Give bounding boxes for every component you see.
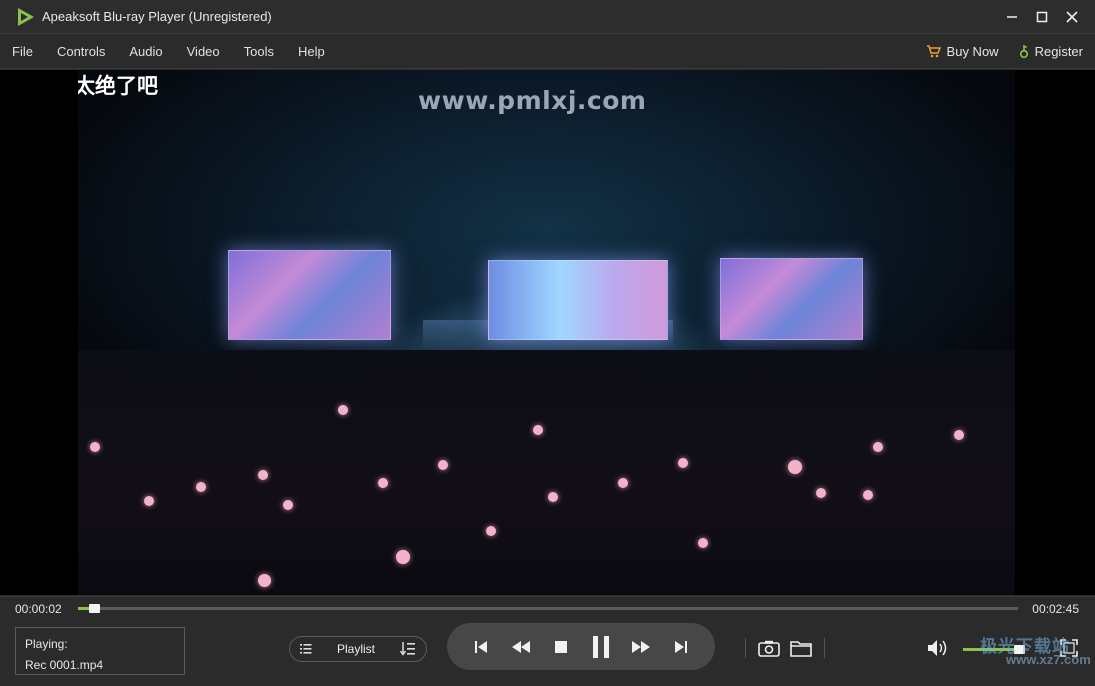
- progress-row: 00:00:02 00:02:45: [0, 596, 1095, 620]
- volume-icon: [928, 640, 947, 656]
- video-screen-center: [488, 260, 668, 340]
- menu-video[interactable]: Video: [175, 44, 232, 59]
- fast-forward-icon: [632, 640, 650, 653]
- volume-slider-thumb[interactable]: [1013, 645, 1025, 654]
- current-time: 00:00:02: [15, 602, 62, 616]
- register-label: Register: [1034, 43, 1083, 59]
- menu-tools[interactable]: Tools: [232, 44, 286, 59]
- now-playing-box: Playing: Rec 0001.mp4: [15, 627, 185, 675]
- now-playing-label: Playing:: [25, 637, 68, 651]
- video-subtitle: 太绝了吧: [78, 74, 158, 98]
- mute-button[interactable]: [925, 636, 951, 660]
- rewind-icon: [512, 640, 530, 653]
- seek-bar-thumb[interactable]: [88, 604, 100, 613]
- minimize-icon: [1007, 15, 1017, 18]
- maximize-button[interactable]: [1027, 0, 1057, 33]
- app-logo-icon: [18, 7, 34, 26]
- camera-icon: [758, 640, 780, 657]
- control-bar: Playing: Rec 0001.mp4 Playlist 极光下载站 www…: [0, 620, 1095, 686]
- list-icon: [300, 644, 312, 654]
- folder-icon: [790, 640, 812, 657]
- transport-controls: [447, 623, 715, 670]
- skip-next-icon: [675, 640, 687, 653]
- seek-bar-fill: [78, 607, 90, 610]
- video-area[interactable]: www.pmlxj.com 太绝了吧: [0, 70, 1095, 595]
- menu-file[interactable]: File: [0, 44, 45, 59]
- cart-icon: [926, 44, 941, 57]
- video-screen-left: [228, 250, 391, 340]
- fullscreen-button[interactable]: [1056, 636, 1082, 660]
- next-button[interactable]: [666, 632, 696, 662]
- register-button[interactable]: Register: [1019, 44, 1083, 59]
- window-title: Apeaksoft Blu-ray Player (Unregistered): [42, 9, 272, 24]
- playlist-label: Playlist: [336, 642, 375, 656]
- window-controls: [997, 0, 1087, 33]
- seek-bar[interactable]: [78, 604, 1018, 613]
- fast-forward-button[interactable]: [626, 632, 656, 662]
- fullscreen-icon: [1060, 639, 1078, 657]
- menu-right-actions: Buy Now Register: [926, 34, 1083, 68]
- now-playing-file: Rec 0001.mp4: [25, 658, 104, 672]
- total-time: 00:02:45: [1032, 602, 1079, 616]
- title-bar: Apeaksoft Blu-ray Player (Unregistered): [0, 0, 1095, 33]
- buy-now-button[interactable]: Buy Now: [926, 44, 999, 59]
- video-screen-right: [720, 258, 863, 340]
- close-icon: [1066, 10, 1078, 23]
- sort-list-icon: [399, 642, 415, 656]
- key-icon: [1019, 45, 1028, 58]
- stop-button[interactable]: [546, 632, 576, 662]
- video-watermark: www.pmlxj.com: [418, 86, 647, 115]
- open-folder-button[interactable]: [788, 636, 814, 660]
- snapshot-button[interactable]: [756, 636, 782, 660]
- playlist-button[interactable]: Playlist: [289, 636, 427, 662]
- close-button[interactable]: [1057, 0, 1087, 33]
- buy-now-label: Buy Now: [946, 43, 999, 59]
- skip-previous-icon: [475, 640, 487, 653]
- maximize-icon: [1036, 11, 1048, 22]
- menu-audio[interactable]: Audio: [117, 44, 174, 59]
- separator: [824, 638, 825, 658]
- menu-help[interactable]: Help: [286, 44, 337, 59]
- separator: [745, 638, 746, 658]
- volume-slider-fill: [963, 648, 1020, 651]
- minimize-button[interactable]: [997, 0, 1027, 33]
- previous-button[interactable]: [466, 632, 496, 662]
- stop-icon: [555, 640, 567, 653]
- video-crowd: [78, 350, 1015, 595]
- pause-icon: [593, 635, 609, 658]
- menu-bar: File Controls Audio Video Tools Help Buy…: [0, 33, 1095, 69]
- video-frame: www.pmlxj.com 太绝了吧: [78, 70, 1015, 595]
- menu-controls[interactable]: Controls: [45, 44, 117, 59]
- pause-button[interactable]: [586, 632, 616, 662]
- volume-slider[interactable]: [963, 645, 1029, 654]
- rewind-button[interactable]: [506, 632, 536, 662]
